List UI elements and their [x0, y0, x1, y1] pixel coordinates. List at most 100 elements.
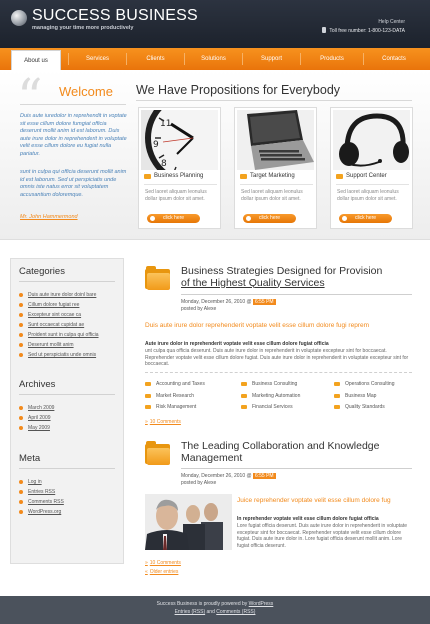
arrow-icon: [150, 216, 155, 221]
post-meta: Monday, December 26, 2010 @ 6:55 PM post…: [181, 299, 276, 312]
category-link[interactable]: Deserunt mollit anim: [19, 342, 74, 348]
nav-about-us[interactable]: About us: [11, 50, 61, 70]
post-time: 6:55 PM: [252, 473, 276, 479]
post-category-link[interactable]: Risk Management: [145, 404, 196, 410]
post-category-link[interactable]: Operations Consulting: [334, 381, 394, 387]
post-category-link[interactable]: Market Research: [145, 393, 194, 399]
click-here-button[interactable]: click here: [243, 214, 296, 223]
globe-logo-icon[interactable]: [11, 10, 27, 26]
bullet-icon: [19, 303, 23, 307]
divider: [181, 294, 412, 295]
bullet-icon: [19, 333, 23, 337]
arrow-icon: »: [145, 560, 148, 566]
archive-link[interactable]: April 2009: [19, 415, 51, 421]
welcome-heading: Welcome: [59, 84, 113, 99]
site-header: SUCCESS BUSINESS managing your time more…: [0, 0, 430, 48]
headset-image: [333, 110, 410, 170]
business-people-photo: [145, 494, 232, 550]
category-link[interactable]: Duis aute irure dolor doinl bare: [19, 292, 96, 298]
nav-contacts[interactable]: Contacts: [364, 48, 424, 70]
phone-icon: [322, 27, 326, 33]
divider: [181, 468, 412, 469]
bullet-icon: [19, 323, 23, 327]
post-time: 6:55 PM: [252, 299, 276, 305]
click-here-button[interactable]: click here: [147, 214, 200, 223]
arrow-icon: »: [145, 419, 148, 425]
comments-rss-link[interactable]: Comments (RSS): [216, 609, 255, 615]
meta-link[interactable]: Entries RSS: [19, 489, 55, 495]
card-text: Sed laoret aliquam leonulus dollar ipsum…: [337, 189, 399, 202]
bullet-icon: [19, 480, 23, 484]
proposition-card-business-planning: 11 9 8 Business Planning Sed laoret aliq…: [138, 107, 221, 229]
post-author: posted by Alexe: [181, 305, 217, 312]
welcome-paragraph-2: sunt in culpa qui officia deserunt molli…: [20, 169, 127, 198]
welcome-paragraph-1: Duis aute iuredolor in reprehendit in vo…: [20, 113, 127, 157]
meta-link[interactable]: WordPress.org: [19, 509, 61, 515]
post-body: Aute irure dolor in reprehenderit voptat…: [145, 341, 409, 368]
click-here-button[interactable]: click here: [339, 214, 392, 223]
post-category-link[interactable]: Financial Services: [241, 404, 293, 410]
post-lead: Duis aute irure dolor reprehenderit vopt…: [145, 322, 369, 329]
category-link[interactable]: Excepteur sint occae ca: [19, 312, 81, 318]
post-category-link[interactable]: Accounting and Taxes: [145, 381, 205, 387]
arrow-left-icon: «: [145, 569, 148, 575]
categories-heading: Categories: [19, 266, 65, 277]
post-title-link[interactable]: The Leading Collaboration and Knowledge …: [181, 440, 411, 464]
nav-services[interactable]: Services: [69, 48, 126, 70]
folder-icon: [334, 382, 340, 386]
folder-icon: [145, 394, 151, 398]
nav-solutions[interactable]: Solutions: [185, 48, 242, 70]
card-text: Sed laoret aliquam leonulus dollar ipsum…: [145, 189, 207, 202]
nav-products[interactable]: Products: [301, 48, 363, 70]
older-entries-link[interactable]: «Older entries: [145, 569, 178, 575]
post-body: In reprehender voptate velit esse cillum…: [237, 516, 408, 550]
comments-link[interactable]: » 10 Comments: [145, 419, 181, 425]
divider: [19, 468, 115, 469]
category-link[interactable]: Proident sunt in culpa qui officia: [19, 332, 99, 338]
propositions-heading: We Have Propositions for Everybody: [136, 83, 341, 97]
welcome-signature-link[interactable]: Mr. John Hammermond: [20, 214, 78, 220]
post-title-link[interactable]: Business Strategies Designed for Provisi…: [181, 265, 411, 289]
meta-link[interactable]: Comments RSS: [19, 499, 64, 505]
archives-heading: Archives: [19, 379, 56, 390]
post-category-link[interactable]: Business Map: [334, 393, 376, 399]
footer-rss-links: Entries (RSS) and Comments (RSS): [174, 609, 256, 615]
category-link[interactable]: Cillum dolore fugiat ree: [19, 302, 79, 308]
site-footer: Success Business is proudly powered by W…: [0, 596, 430, 624]
card-title: Business Planning: [144, 173, 203, 179]
comments-link[interactable]: » 10 Comments: [145, 560, 181, 566]
site-title[interactable]: SUCCESS BUSINESS: [32, 7, 198, 25]
bullet-icon: [19, 510, 23, 514]
folder-icon: [334, 394, 340, 398]
footer-powered-by: Success Business is proudly powered by W…: [156, 601, 274, 607]
toll-free-number: Toll free number: 1-800-123-DATA: [329, 28, 405, 34]
archive-link[interactable]: March 2009: [19, 405, 54, 411]
card-text: Sed laoret aliquam leonulus dollar ipsum…: [241, 189, 303, 202]
svg-text:11: 11: [160, 119, 171, 129]
post-category-link[interactable]: Marketing Automation: [241, 393, 300, 399]
archive-link[interactable]: May 2009: [19, 425, 50, 431]
category-link[interactable]: Sed ut perspiciatis unde omnis: [19, 352, 96, 358]
site-tagline: managing your time more productively: [32, 25, 134, 31]
folder-icon: [144, 174, 151, 179]
folder-icon: [241, 405, 247, 409]
wordpress-link[interactable]: WordPress: [249, 601, 274, 607]
folder-icon: [336, 174, 343, 179]
category-link[interactable]: Sunt occaecat cupidat ae: [19, 322, 84, 328]
entries-rss-link[interactable]: Entries (RSS): [175, 609, 206, 615]
nav-clients[interactable]: Clients: [127, 48, 184, 70]
divider: [144, 184, 217, 185]
clock-image: 11 9 8: [141, 110, 218, 170]
meta-link[interactable]: Log in: [19, 479, 42, 485]
folder-icon: [145, 441, 170, 465]
post-category-link[interactable]: Business Consulting: [241, 381, 297, 387]
post-category-link[interactable]: Quality Standards: [334, 404, 385, 410]
bullet-icon: [19, 293, 23, 297]
divider: [19, 281, 115, 282]
post-meta: Monday, December 26, 2010 @ 6:55 PM post…: [181, 473, 276, 486]
post-lead: Juice reprehender voptate velit esse cil…: [237, 497, 391, 504]
arrow-icon: [246, 216, 251, 221]
nav-support[interactable]: Support: [243, 48, 300, 70]
divider: [145, 372, 412, 373]
help-center-link[interactable]: Help Center: [378, 19, 405, 25]
